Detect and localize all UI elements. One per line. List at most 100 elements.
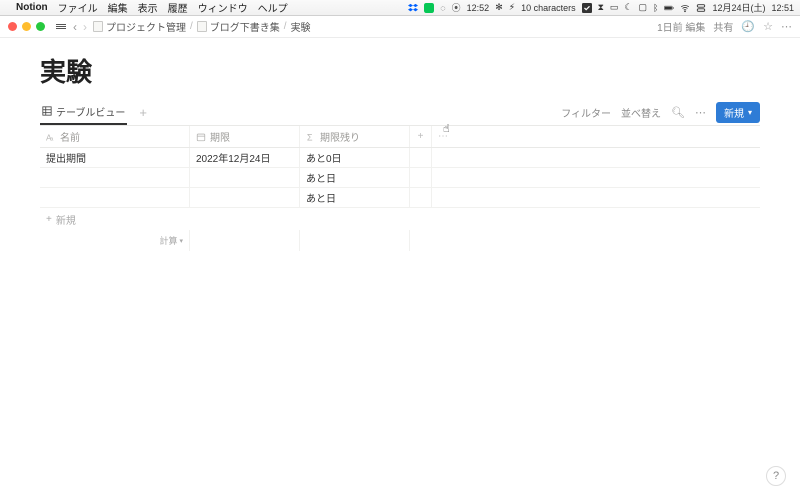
window-toolbar: ‹ › プロジェクト管理 / ブログ下書き集 / 実験 1日前 編集 共有 🕘 … <box>0 16 800 38</box>
sidebar-toggle-icon[interactable] <box>55 21 67 33</box>
column-label: 名前 <box>60 129 80 144</box>
plus-icon: + <box>46 214 52 225</box>
calc-label: 計算 <box>159 234 177 247</box>
breadcrumb-item-3[interactable]: 実験 <box>291 19 311 34</box>
menubar-clock[interactable]: 12:51 <box>771 3 794 13</box>
column-label: 期限残り <box>320 129 360 144</box>
record-icon[interactable]: ⦿ <box>452 1 461 14</box>
cell-remaining[interactable]: あと日 <box>300 188 410 207</box>
calc-row: 計算▾ <box>40 230 760 251</box>
tv-icon[interactable]: ▭ <box>610 2 619 13</box>
bluetooth-icon[interactable]: ᛒ <box>653 3 658 13</box>
column-header-remaining[interactable]: Σ 期限残り <box>300 126 410 147</box>
view-tabs: テーブルビュー + フィルター 並べ替え 🔍︎ ⋯ 新規 ▾ <box>40 99 760 125</box>
menu-history[interactable]: 履歴 <box>168 0 188 15</box>
wifi-icon[interactable] <box>680 3 690 13</box>
add-view-button[interactable]: + <box>135 105 151 120</box>
menu-view[interactable]: 表示 <box>138 0 158 15</box>
date-prop-icon <box>196 132 206 142</box>
help-button[interactable]: ? <box>766 466 786 486</box>
table-row[interactable]: 提出期間 2022年12月24日 あと0日 <box>40 148 760 168</box>
svg-text:a: a <box>50 136 54 142</box>
toolbar-right: 1日前 編集 共有 🕘 ☆ ⋯ <box>657 19 792 34</box>
cell-name[interactable]: 提出期間 <box>40 148 190 167</box>
breadcrumb-label: ブログ下書き集 <box>210 19 280 34</box>
cell-remaining[interactable]: あと0日 <box>300 148 410 167</box>
app-name[interactable]: Notion <box>16 2 48 13</box>
help-label: ? <box>773 470 779 482</box>
cell-deadline[interactable]: 2022年12月24日 <box>190 148 300 167</box>
nav-forward-icon[interactable]: › <box>83 20 87 34</box>
characters-status[interactable]: 10 characters <box>521 3 576 13</box>
menu-window[interactable]: ウィンドウ <box>198 0 248 15</box>
page-icon <box>197 21 207 32</box>
column-menu-button[interactable]: ⋯ <box>432 126 454 147</box>
formula-prop-icon: Σ <box>306 132 316 142</box>
table-row[interactable]: あと日 <box>40 168 760 188</box>
tab-label: テーブルビュー <box>56 104 125 119</box>
table-header: Aa 名前 期限 Σ 期限残り + ⋯ <box>40 126 760 148</box>
chevron-down-icon: ▾ <box>748 108 752 117</box>
cell-name[interactable] <box>40 188 190 207</box>
calc-cell[interactable]: 計算▾ <box>40 230 190 251</box>
breadcrumb: プロジェクト管理 / ブログ下書き集 / 実験 <box>93 19 311 34</box>
menubar-time-center: 12:52 <box>467 3 490 13</box>
page-body: 実験 テーブルビュー + フィルター 並べ替え 🔍︎ ⋯ 新規 ▾ Aa 名前 <box>0 38 800 251</box>
breadcrumb-label: 実験 <box>291 19 311 34</box>
add-row-button[interactable]: + 新規 <box>40 208 760 230</box>
display-icon[interactable]: ▢ <box>639 2 648 13</box>
bolt-icon[interactable]: ⚡︎ <box>509 2 515 13</box>
moon-icon[interactable]: ☾ <box>624 2 632 13</box>
database-table: Aa 名前 期限 Σ 期限残り + ⋯ 提出期間 2022年12月24日 あと0… <box>40 125 760 251</box>
share-button[interactable]: 共有 <box>713 19 733 34</box>
hourglass-icon[interactable]: ⧗ <box>598 2 604 13</box>
menu-help[interactable]: ヘルプ <box>258 0 288 15</box>
breadcrumb-sep: / <box>284 21 287 32</box>
menubar-status: ◌ ⦿ 12:52 ✻ ⚡︎ 10 characters ⧗ ▭ ☾ ▢ ᛒ 1… <box>408 1 794 14</box>
column-header-deadline[interactable]: 期限 <box>190 126 300 147</box>
search-icon[interactable]: 🔍︎ <box>671 106 685 119</box>
table-row[interactable]: あと日 <box>40 188 760 208</box>
favorite-icon[interactable]: ☆ <box>763 20 773 33</box>
updates-icon[interactable]: 🕘 <box>741 20 755 33</box>
menu-edit[interactable]: 編集 <box>108 0 128 15</box>
menubar-date[interactable]: 12月24日(土) <box>712 1 765 14</box>
filter-button[interactable]: フィルター <box>561 105 611 120</box>
column-label: 期限 <box>210 129 230 144</box>
line-icon[interactable] <box>424 3 434 13</box>
sort-button[interactable]: 並べ替え <box>621 105 661 120</box>
title-prop-icon: Aa <box>46 132 56 142</box>
breadcrumb-item-1[interactable]: プロジェクト管理 <box>93 19 186 34</box>
page-more-icon[interactable]: ⋯ <box>781 20 792 33</box>
new-button[interactable]: 新規 ▾ <box>716 102 760 123</box>
cell-name[interactable] <box>40 168 190 187</box>
svg-text:Σ: Σ <box>307 132 313 142</box>
table-icon <box>42 106 52 116</box>
page-icon <box>93 21 103 32</box>
cell-deadline[interactable] <box>190 188 300 207</box>
traffic-lights[interactable] <box>8 22 45 31</box>
loading-icon[interactable]: ◌ <box>440 3 445 13</box>
add-row-label: 新規 <box>56 212 76 227</box>
tab-table-view[interactable]: テーブルビュー <box>40 100 127 125</box>
cell-remaining[interactable]: あと日 <box>300 168 410 187</box>
column-header-name[interactable]: Aa 名前 <box>40 126 190 147</box>
nav-back-icon[interactable]: ‹ <box>73 20 77 34</box>
control-center-icon[interactable] <box>696 3 706 13</box>
menu-file[interactable]: ファイル <box>58 0 98 15</box>
mac-menubar: Notion ファイル 編集 表示 履歴 ウィンドウ ヘルプ ◌ ⦿ 12:52… <box>0 0 800 16</box>
fan-icon[interactable]: ✻ <box>495 2 503 13</box>
page-title[interactable]: 実験 <box>40 52 760 89</box>
add-column-button[interactable]: + <box>410 126 432 147</box>
breadcrumb-item-2[interactable]: ブログ下書き集 <box>197 19 280 34</box>
cell-deadline[interactable] <box>190 168 300 187</box>
edited-label[interactable]: 1日前 編集 <box>657 19 705 34</box>
chevron-down-icon: ▾ <box>179 237 183 245</box>
app-icon-1[interactable] <box>582 3 592 13</box>
dropbox-icon[interactable] <box>408 3 418 13</box>
view-controls: フィルター 並べ替え 🔍︎ ⋯ 新規 ▾ <box>561 102 760 123</box>
new-button-label: 新規 <box>724 105 744 120</box>
battery-icon[interactable] <box>664 3 674 13</box>
view-more-icon[interactable]: ⋯ <box>695 106 706 119</box>
breadcrumb-label: プロジェクト管理 <box>106 19 186 34</box>
